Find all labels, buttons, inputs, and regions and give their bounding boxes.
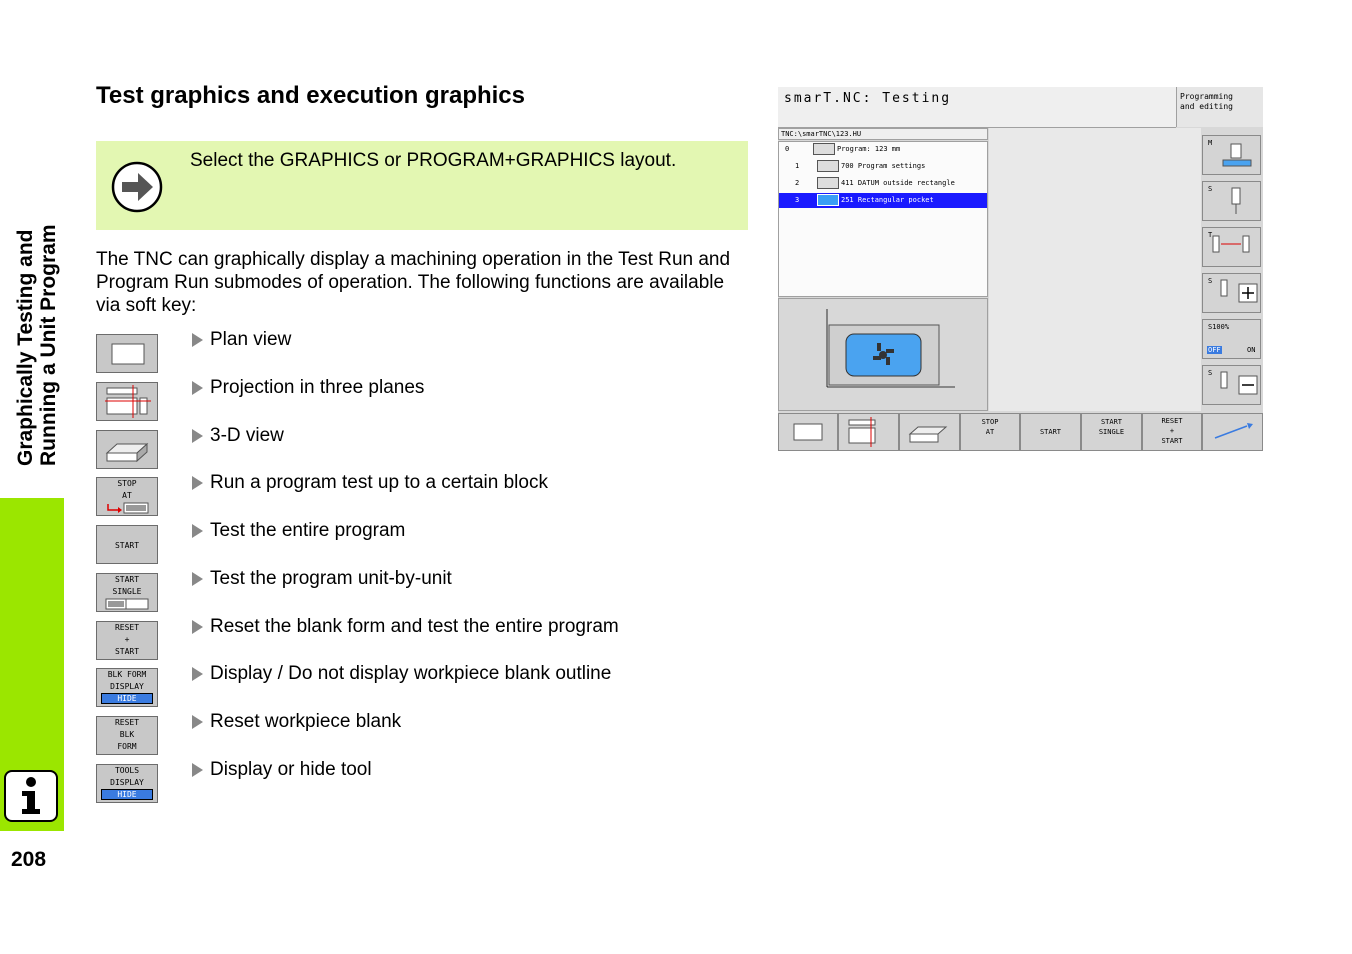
note-box: Select the GRAPHICS or PROGRAM+GRAPHICS … — [96, 141, 748, 230]
bullet-triangle-icon — [192, 620, 203, 634]
softkey-start-single: START SINGLE — [96, 573, 158, 612]
tree-row-selected[interactable]: 3 251 Rectangular pocket — [779, 193, 987, 208]
3d-view-icon — [105, 442, 149, 463]
screen-title-bar: smarT.NC: Testing — [778, 87, 1176, 128]
bullet-triangle-icon — [192, 572, 203, 586]
info-icon — [4, 770, 58, 822]
screen-mode-panel: Programming and editing — [1176, 87, 1263, 127]
function-item: Reset workpiece blank — [192, 711, 401, 733]
three-planes-icon — [848, 417, 876, 447]
hsk-start[interactable]: START — [1020, 413, 1081, 451]
vsk-tool[interactable]: T — [1202, 227, 1261, 267]
datum-unit-icon — [817, 177, 839, 189]
speed-arrow-icon — [1214, 423, 1253, 439]
graphics-window — [778, 298, 988, 411]
vsk-m-function[interactable]: M — [1202, 135, 1261, 175]
program-tree: 0 Program: 123 mm 1 700 Program settings… — [778, 141, 988, 297]
section-heading: Test graphics and execution graphics — [96, 82, 525, 109]
function-item: Reset the blank form and test the entire… — [192, 616, 619, 638]
tnc-screenshot: smarT.NC: Testing Programming and editin… — [778, 87, 1263, 451]
bullet-triangle-icon — [192, 476, 203, 490]
note-text: Select the GRAPHICS or PROGRAM+GRAPHICS … — [190, 150, 677, 171]
tree-row[interactable]: 2 411 DATUM outside rectangle — [779, 176, 987, 191]
function-item: Run a program test up to a certain block — [192, 472, 548, 494]
tree-row[interactable]: 1 700 Program settings — [779, 159, 987, 174]
hsk-speed[interactable] — [1202, 413, 1263, 451]
vsk-spindle-plus[interactable]: S — [1202, 273, 1261, 313]
bullet-triangle-icon — [192, 333, 203, 347]
stop-at-block-icon — [107, 502, 149, 514]
screen-empty-area — [989, 128, 1201, 411]
single-block-icon — [105, 598, 149, 610]
hsk-start-single[interactable]: START SINGLE — [1081, 413, 1142, 451]
softkey-stop-at: STOP AT — [96, 477, 158, 516]
arrow-right-circle-icon — [110, 160, 164, 219]
tree-row[interactable]: 0 Program: 123 mm — [779, 142, 987, 157]
hsk-plan-view[interactable] — [778, 413, 838, 451]
horizontal-softkey-row: STOP AT START START SINGLE RESET + START — [778, 413, 1263, 451]
softkey-start: START — [96, 525, 158, 564]
settings-unit-icon — [817, 160, 839, 172]
plan-view-icon — [793, 423, 823, 441]
bullet-triangle-icon — [192, 763, 203, 777]
chapter-title-line1: Graphically Testing and — [14, 229, 37, 467]
softkey-tools-display: TOOLS DISPLAY HIDE — [96, 764, 158, 803]
function-item: Display / Do not display workpiece blank… — [192, 663, 611, 685]
chapter-title: Graphically Testing and Running a Unit P… — [14, 156, 60, 467]
function-item: Projection in three planes — [192, 377, 424, 399]
softkey-blk-form-display: BLK FORM DISPLAY HIDE — [96, 668, 158, 707]
bullet-triangle-icon — [192, 429, 203, 443]
vsk-spindle-minus[interactable]: S — [1202, 365, 1261, 405]
program-icon — [813, 143, 835, 155]
chapter-title-line2: Running a Unit Program — [37, 224, 60, 467]
function-item: 3-D view — [192, 425, 284, 447]
softkey-3d-view — [96, 430, 158, 469]
plan-view-icon — [111, 343, 145, 365]
function-item: Test the program unit-by-unit — [192, 568, 452, 590]
intro-paragraph: The TNC can graphically display a machin… — [96, 249, 731, 316]
hsk-three-planes[interactable] — [838, 413, 899, 451]
softkey-reset-start: RESET + START — [96, 621, 158, 660]
bullet-triangle-icon — [192, 667, 203, 681]
function-item: Test the entire program — [192, 520, 405, 542]
bullet-triangle-icon — [192, 381, 203, 395]
softkey-reset-blk-form: RESET BLK FORM — [96, 716, 158, 755]
softkey-three-planes — [96, 382, 158, 421]
hsk-reset-start[interactable]: RESET + START — [1142, 413, 1202, 451]
function-item: Plan view — [192, 329, 291, 351]
vsk-spindle[interactable]: S — [1202, 181, 1261, 221]
3d-view-icon — [908, 426, 948, 443]
pocket-unit-icon — [817, 194, 839, 206]
program-path: TNC:\smarTNC\123.HU — [778, 128, 988, 140]
function-item: Display or hide tool — [192, 759, 372, 781]
hsk-stop-at[interactable]: STOP AT — [960, 413, 1020, 451]
pocket-graphic — [826, 309, 955, 388]
three-planes-icon — [105, 385, 151, 418]
bullet-triangle-icon — [192, 715, 203, 729]
softkey-plan-view — [96, 334, 158, 373]
hsk-3d-view[interactable] — [899, 413, 960, 451]
page-number: 208 — [11, 848, 47, 871]
bullet-triangle-icon — [192, 524, 203, 538]
vsk-spindle-override[interactable]: S100% OFF ON — [1202, 319, 1261, 359]
